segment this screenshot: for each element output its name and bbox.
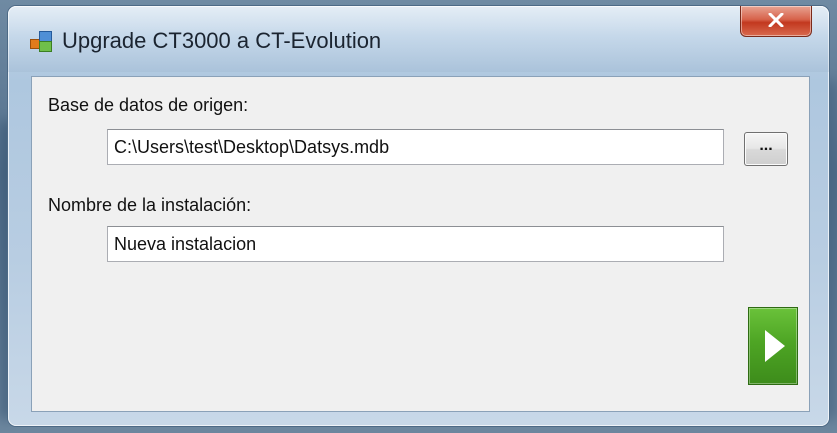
desktop-background: Upgrade CT3000 a CT-Evolution Base de da… — [0, 0, 837, 433]
window-title: Upgrade CT3000 a CT-Evolution — [62, 28, 382, 53]
source-db-label: Base de datos de origen: — [48, 95, 249, 115]
close-icon — [768, 12, 784, 30]
dialog-content: Base de datos de origen: C:\Users\test\D… — [31, 76, 810, 412]
title-bar[interactable]: Upgrade CT3000 a CT-Evolution — [8, 6, 829, 72]
close-button[interactable] — [740, 6, 812, 37]
install-name-label: Nombre de la instalación: — [48, 195, 252, 215]
browse-button[interactable]: ... — [744, 132, 788, 166]
install-name-field[interactable]: Nueva instalacion — [107, 226, 724, 262]
play-icon — [765, 330, 785, 362]
source-db-field[interactable]: C:\Users\test\Desktop\Datsys.mdb — [107, 129, 724, 165]
app-icon — [30, 31, 52, 52]
dialog-window: Upgrade CT3000 a CT-Evolution Base de da… — [8, 6, 829, 426]
run-button[interactable] — [748, 307, 798, 385]
